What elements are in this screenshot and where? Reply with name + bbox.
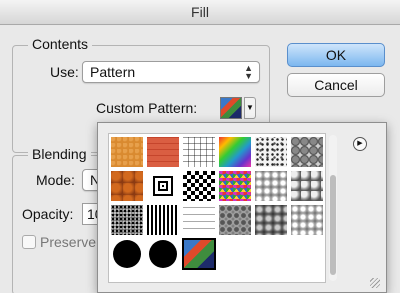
custom-pattern-label: Custom Pattern: <box>96 100 198 116</box>
pattern-tile-stripes[interactable] <box>146 204 180 236</box>
pattern-scrollbar[interactable] <box>329 135 337 281</box>
pattern-tile-rust[interactable] <box>110 170 144 202</box>
pattern-tile-gray3[interactable] <box>254 204 288 236</box>
use-select[interactable]: Pattern ▲ ▼ <box>82 61 260 83</box>
pattern-tile-gray1[interactable] <box>290 204 324 236</box>
mode-label: Mode: <box>36 172 75 188</box>
select-arrows-icon: ▲ ▼ <box>244 63 253 81</box>
pattern-picker-popup: ▶ <box>97 122 387 293</box>
pattern-tile-circle[interactable] <box>110 238 144 270</box>
preserve-transparency-checkbox[interactable] <box>22 235 36 249</box>
chevron-down-icon: ▼ <box>244 97 256 119</box>
pattern-tile-gray1[interactable] <box>254 170 288 202</box>
pattern-tile-checker[interactable] <box>182 170 216 202</box>
use-label: Use: <box>50 64 79 80</box>
title-bar: Fill <box>0 0 400 25</box>
panel-menu-icon[interactable]: ▶ <box>353 137 367 151</box>
pattern-tile-square[interactable] <box>146 170 180 202</box>
resize-grip-icon[interactable] <box>370 278 380 288</box>
opacity-label: Opacity: <box>22 206 74 222</box>
pattern-tile-gray2[interactable] <box>290 170 324 202</box>
pattern-tile-bricks[interactable] <box>182 204 216 236</box>
cancel-button[interactable]: Cancel <box>287 73 385 97</box>
window-title: Fill <box>191 4 209 20</box>
pattern-swatch-preview <box>220 97 242 119</box>
pattern-tile-photo[interactable] <box>182 238 216 270</box>
pattern-tile-orange[interactable] <box>110 136 144 168</box>
blending-legend: Blending <box>28 146 91 162</box>
pattern-tile-speckle[interactable] <box>254 136 288 168</box>
contents-legend: Contents <box>28 36 93 52</box>
scrollbar-thumb[interactable] <box>330 175 336 275</box>
pattern-tile-rainbow[interactable] <box>218 136 252 168</box>
custom-pattern-picker-button[interactable]: ▼ <box>220 97 256 119</box>
ok-button[interactable]: OK <box>287 43 385 67</box>
black-circle-icon <box>113 240 141 268</box>
pattern-tile-grid[interactable] <box>182 136 216 168</box>
pattern-tile-dark1[interactable] <box>218 204 252 236</box>
pattern-tile-tiles[interactable] <box>146 136 180 168</box>
use-select-value: Pattern <box>90 64 136 80</box>
pattern-tile-confetti[interactable] <box>218 170 252 202</box>
pattern-grid <box>108 133 326 283</box>
pattern-tile-circle[interactable] <box>146 238 180 270</box>
pattern-tile-rock[interactable] <box>290 136 324 168</box>
pattern-tile-noise[interactable] <box>110 204 144 236</box>
black-circle-icon <box>149 240 177 268</box>
concentric-squares-icon <box>153 176 173 196</box>
preserve-label: Preserve <box>40 234 97 250</box>
